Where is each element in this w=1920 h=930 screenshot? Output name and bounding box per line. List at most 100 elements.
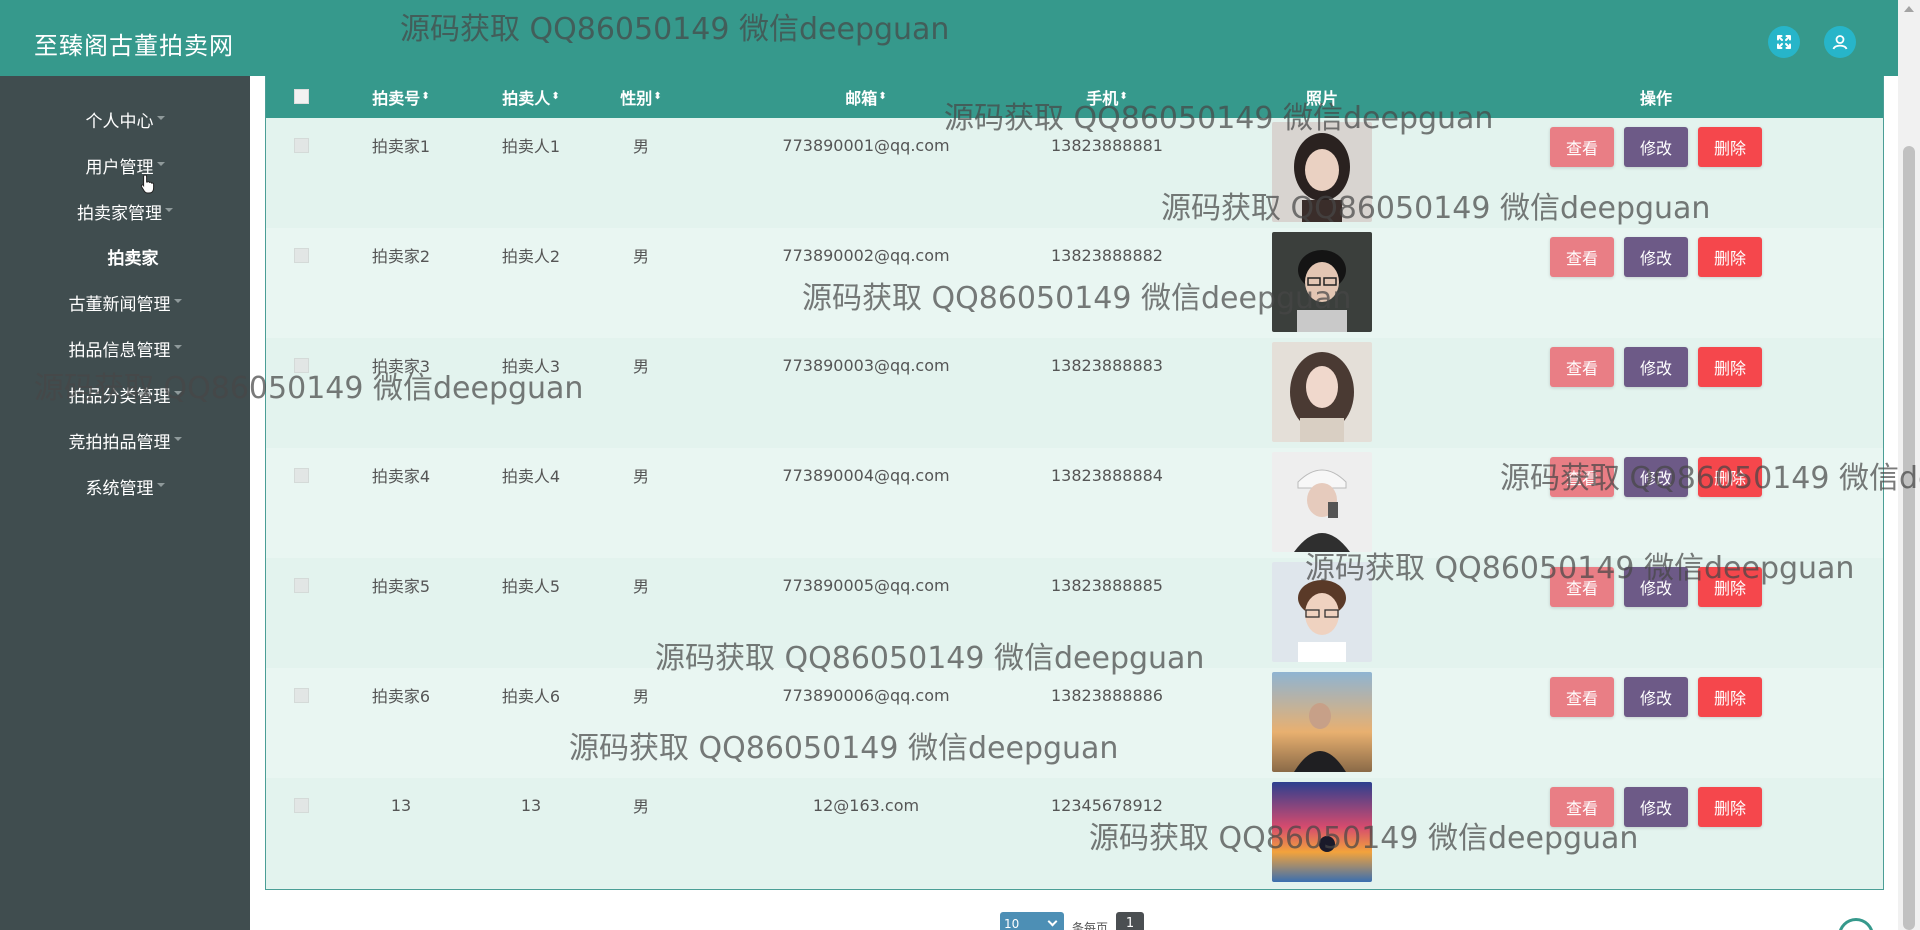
fullscreen-button[interactable] (1768, 26, 1800, 58)
delete-button[interactable]: 删除 (1698, 127, 1762, 167)
cell-auctioneer: 拍卖人4 (501, 467, 561, 486)
view-button[interactable]: 查看 (1550, 567, 1614, 607)
cell-email: 773890006@qq.com (782, 685, 950, 705)
edit-button[interactable]: 修改 (1624, 787, 1688, 827)
back-to-top-icon[interactable] (1838, 918, 1874, 930)
row-checkbox[interactable] (294, 798, 309, 813)
delete-button[interactable]: 删除 (1698, 787, 1762, 827)
sort-icon: ⬍ (551, 91, 560, 102)
page-size-value: 10 (1004, 917, 1020, 930)
select-all-checkbox[interactable] (294, 89, 309, 104)
page-scrollbar[interactable] (1898, 0, 1920, 930)
cell-email: 12@163.com (812, 795, 920, 815)
delete-button[interactable]: 删除 (1698, 237, 1762, 277)
table-row: 拍卖家1 拍卖人1 男 773890001@qq.com 13823888881… (266, 118, 1883, 228)
cell-phone: 13823888882 (1051, 245, 1163, 265)
edit-button[interactable]: 修改 (1624, 457, 1688, 497)
view-button[interactable]: 查看 (1550, 457, 1614, 497)
row-checkbox[interactable] (294, 688, 309, 703)
sidebar-item-label: 拍卖家管理 (77, 203, 162, 224)
per-page-label: 条每页 (1072, 921, 1109, 930)
table-row: 13 13 男 12@163.com 12345678912 查看 修改 删除 (266, 778, 1883, 888)
column-label: 操作 (1639, 89, 1672, 108)
caret-down-icon (173, 391, 182, 395)
scrollbar-thumb[interactable] (1903, 146, 1915, 930)
sidebar-item-user-management[interactable]: 用户管理 (0, 145, 250, 185)
column-label: 拍卖人 (502, 89, 551, 108)
cell-auctioneer: 拍卖人2 (501, 247, 561, 266)
row-checkbox[interactable] (294, 578, 309, 593)
sidebar-item-label: 拍卖家 (107, 248, 159, 269)
sidebar-subitem-auctioneer[interactable]: 拍卖家 (8, 236, 258, 276)
page-size-select[interactable]: 10 (1000, 912, 1064, 930)
view-button[interactable]: 查看 (1550, 237, 1614, 277)
edit-button[interactable]: 修改 (1624, 127, 1688, 167)
cell-email: 773890004@qq.com (782, 465, 950, 485)
avatar-photo (1272, 782, 1372, 882)
cell-auction-no: 拍卖家2 (371, 247, 431, 266)
avatar-photo (1272, 452, 1372, 552)
caret-down-icon (156, 162, 165, 166)
column-header-phone[interactable]: 手机 ⬍ (1062, 76, 1152, 118)
edit-button[interactable]: 修改 (1624, 567, 1688, 607)
cell-auction-no: 拍卖家3 (371, 357, 431, 376)
view-button[interactable]: 查看 (1550, 347, 1614, 387)
scroll-up-arrow-icon[interactable] (1904, 6, 1914, 12)
avatar-photo (1272, 122, 1372, 222)
caret-down-icon (165, 208, 173, 212)
caret-down-icon (173, 299, 182, 303)
row-checkbox[interactable] (294, 468, 309, 483)
cell-auction-no: 拍卖家6 (371, 687, 431, 706)
column-header-gender[interactable]: 性别 ⬍ (596, 76, 686, 118)
edit-button[interactable]: 修改 (1624, 677, 1688, 717)
caret-down-icon (173, 345, 182, 349)
view-button[interactable]: 查看 (1550, 787, 1614, 827)
cell-phone: 13823888883 (1051, 355, 1163, 375)
current-page-button[interactable]: 1 (1116, 912, 1144, 930)
delete-button[interactable]: 删除 (1698, 347, 1762, 387)
row-checkbox[interactable] (294, 358, 309, 373)
sidebar-item-bidding-lot-management[interactable]: 竞拍拍品管理 (0, 420, 250, 460)
column-header-auction-no[interactable]: 拍卖号 ⬍ (356, 76, 446, 118)
cell-auction-no: 拍卖家1 (371, 137, 431, 156)
delete-button[interactable]: 删除 (1698, 457, 1762, 497)
sidebar-item-lot-category-management[interactable]: 拍品分类管理 (0, 374, 250, 414)
sidebar-item-label: 个人中心 (85, 111, 154, 132)
delete-button[interactable]: 删除 (1698, 677, 1762, 717)
cell-auction-no: 拍卖家5 (371, 577, 431, 596)
caret-down-icon (173, 437, 182, 441)
delete-button[interactable]: 删除 (1698, 567, 1762, 607)
table-row: 拍卖家2 拍卖人2 男 773890002@qq.com 13823888882… (266, 228, 1883, 338)
cell-auction-no: 13 (390, 795, 412, 815)
sort-icon: ⬍ (878, 91, 887, 102)
top-navbar: 至臻阁古董拍卖网 (0, 0, 1898, 76)
cell-auctioneer: 拍卖人1 (501, 137, 561, 156)
fullscreen-icon (1777, 35, 1791, 49)
user-menu-button[interactable] (1824, 26, 1856, 58)
sidebar-item-auctioneer-management[interactable]: 拍卖家管理 (0, 191, 250, 231)
table-row: 拍卖家4 拍卖人4 男 773890004@qq.com 13823888884… (266, 448, 1883, 558)
sidebar-item-antique-news-management[interactable]: 古董新闻管理 (0, 282, 250, 322)
edit-button[interactable]: 修改 (1624, 347, 1688, 387)
sidebar-item-system-management[interactable]: 系统管理 (0, 466, 250, 506)
cell-phone: 13823888881 (1051, 135, 1163, 155)
table-header: 拍卖号 ⬍ 拍卖人 ⬍ 性别 ⬍ 邮箱 ⬍ 手机 ⬍ 照片 操作 (266, 76, 1883, 118)
sidebar-item-label: 竞拍拍品管理 (68, 432, 171, 453)
cell-phone: 13823888886 (1051, 685, 1163, 705)
column-header-auctioneer[interactable]: 拍卖人 ⬍ (486, 76, 576, 118)
column-header-email[interactable]: 邮箱 ⬍ (786, 76, 946, 118)
cell-phone: 13823888885 (1051, 575, 1163, 595)
sidebar-item-lot-info-management[interactable]: 拍品信息管理 (0, 328, 250, 368)
auctioneer-table: 拍卖号 ⬍ 拍卖人 ⬍ 性别 ⬍ 邮箱 ⬍ 手机 ⬍ 照片 操作 拍卖家1 拍卖人1 男 … (265, 76, 1884, 890)
view-button[interactable]: 查看 (1550, 127, 1614, 167)
sidebar-item-personal-center[interactable]: 个人中心 (0, 99, 250, 139)
row-checkbox[interactable] (294, 138, 309, 153)
caret-down-icon (156, 483, 165, 487)
app-title: 至臻阁古董拍卖网 (34, 32, 234, 60)
sidebar-item-label: 古董新闻管理 (68, 294, 171, 315)
edit-button[interactable]: 修改 (1624, 237, 1688, 277)
row-checkbox[interactable] (294, 248, 309, 263)
cell-gender: 男 (632, 797, 649, 816)
view-button[interactable]: 查看 (1550, 677, 1614, 717)
avatar-photo (1272, 562, 1372, 662)
